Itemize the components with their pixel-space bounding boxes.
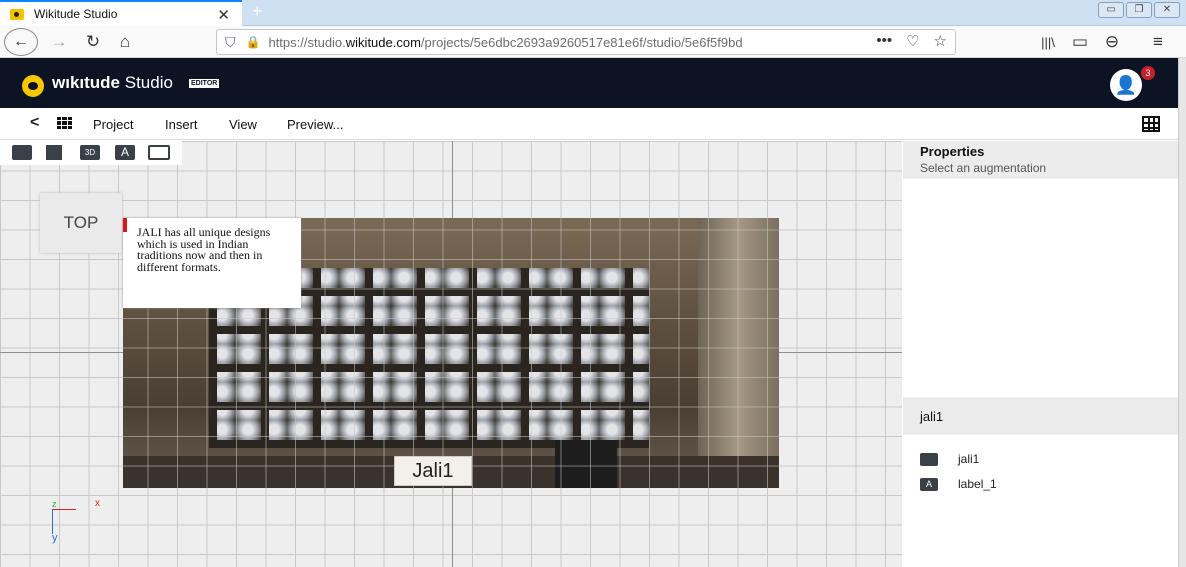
minimize-button[interactable]: ▭ [1098, 2, 1124, 18]
close-window-button[interactable]: ✕ [1154, 2, 1180, 18]
page-actions-icon[interactable]: ••• [876, 32, 892, 50]
brand-name: wıkıtude Studio [52, 73, 173, 92]
account-icon[interactable]: ⊖ [1100, 26, 1124, 58]
y-axis-label: y [52, 532, 58, 544]
menu-view[interactable]: View [229, 117, 257, 132]
url-bar[interactable]: ⛉ 🔒 https://studio.wikitude.com/projects… [216, 29, 956, 55]
scene-item-label: jali1 [958, 452, 980, 466]
back-button[interactable]: ← [4, 28, 38, 56]
scene-header [903, 397, 1178, 435]
home-button[interactable]: ⌂ [112, 26, 138, 58]
menu-preview[interactable]: Preview... [287, 117, 343, 132]
close-tab-icon[interactable]: ✕ [217, 6, 230, 24]
x-axis-gizmo [52, 509, 76, 510]
browser-tab-strip: Wikitude Studio ✕ + ▭ ❐ ✕ [0, 0, 1186, 26]
new-tab-button[interactable]: + [252, 1, 263, 22]
video-tool-icon[interactable] [46, 145, 68, 160]
view-orientation-cube[interactable]: TOP [40, 193, 122, 253]
browser-menu-icon[interactable]: ≡ [1146, 26, 1170, 58]
editor-menu-bar: < Project Insert View Preview... [0, 108, 1178, 140]
text-augmentation[interactable]: JALI has all unique designs which is use… [123, 218, 301, 308]
restore-button[interactable]: ❐ [1126, 2, 1152, 18]
bookmark-star-icon[interactable]: ☆ [934, 32, 947, 50]
forward-button[interactable]: → [46, 26, 72, 58]
y-axis-gizmo [52, 509, 53, 534]
scene-item-label: label_1 [958, 477, 997, 491]
tab-title: Wikitude Studio [34, 7, 118, 21]
x-axis-label: x [95, 498, 100, 509]
app-header [0, 58, 1178, 108]
user-avatar-icon[interactable]: 👤 [1110, 69, 1142, 101]
window-controls: ▭ ❐ ✕ [1098, 2, 1180, 18]
scene-item-jali1[interactable]: jali1 [920, 451, 979, 467]
button-tool-icon[interactable] [148, 145, 170, 160]
image-icon [920, 452, 938, 466]
image-tool-icon[interactable] [12, 145, 32, 160]
pocket-icon[interactable]: ♡ [906, 32, 919, 50]
wikitude-favicon-icon [10, 8, 24, 20]
z-axis-label: z [52, 499, 57, 509]
properties-subtitle: Select an augmentation [920, 161, 1047, 175]
page-scrollbar[interactable] [1178, 58, 1186, 567]
insert-toolbar: 3D A [0, 141, 182, 165]
scene-item-label-1[interactable]: A label_1 [920, 476, 997, 492]
tracking-shield-icon[interactable]: ⛉ [225, 34, 236, 51]
menu-project[interactable]: Project [93, 117, 133, 132]
browser-navbar: ← → ↻ ⌂ ⛉ 🔒 https://studio.wikitude.com/… [0, 26, 1186, 58]
image-name-label[interactable]: Jali1 [394, 456, 472, 486]
lock-icon[interactable]: 🔒 [246, 35, 261, 49]
scene-title: jali1 [920, 409, 944, 424]
menu-insert[interactable]: Insert [165, 117, 198, 132]
apps-grid-icon[interactable] [57, 117, 72, 129]
3d-model-tool-icon[interactable]: 3D [80, 145, 100, 160]
sidebar-icon[interactable]: ▭ [1068, 26, 1092, 58]
text-tool-icon[interactable]: A [115, 145, 135, 160]
text-icon: A [920, 477, 938, 491]
browser-tab[interactable]: Wikitude Studio ✕ [0, 0, 242, 26]
properties-title: Properties [920, 144, 985, 159]
reload-button[interactable]: ↻ [80, 26, 106, 58]
editor-canvas[interactable]: 3D A TOP JALI has all unique designs whi… [0, 141, 902, 567]
notification-badge: 3 [1141, 66, 1155, 80]
grid-toggle-icon[interactable] [1142, 116, 1160, 132]
wikitude-logo-icon [22, 75, 44, 97]
editor-badge: EDITOR [189, 79, 220, 88]
url-text[interactable]: https://studio.wikitude.com/projects/5e6… [268, 35, 828, 50]
selection-marker [123, 218, 127, 232]
library-icon[interactable]: |||\ [1036, 26, 1060, 58]
back-chevron-icon[interactable]: < [30, 114, 39, 132]
